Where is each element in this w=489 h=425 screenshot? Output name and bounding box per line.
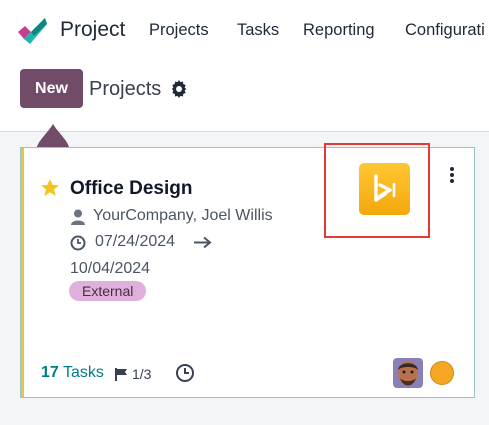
app-tile-icon[interactable] xyxy=(359,163,410,215)
milestone-value: 1/3 xyxy=(132,366,152,382)
star-icon[interactable] xyxy=(40,178,60,198)
tasks-link[interactable]: 17 Tasks xyxy=(41,364,104,382)
flag-icon xyxy=(115,368,127,381)
tasks-label: Tasks xyxy=(62,364,104,381)
nav-reporting[interactable]: Reporting xyxy=(303,21,375,40)
avatar-image xyxy=(393,358,423,388)
date-start: 07/24/2024 xyxy=(95,233,176,250)
app-name[interactable]: Project xyxy=(60,18,125,42)
top-navbar: Project Projects Tasks Reporting Configu… xyxy=(0,0,489,62)
arrow-right-icon xyxy=(194,236,212,249)
nav-tasks[interactable]: Tasks xyxy=(237,21,279,40)
color-stripe xyxy=(21,148,24,397)
breadcrumb: Projects xyxy=(89,78,162,100)
user-icon xyxy=(71,209,85,225)
activity-clock-icon[interactable] xyxy=(175,363,195,383)
date-end: 10/04/2024 xyxy=(70,260,151,277)
nav-configuration[interactable]: Configurati xyxy=(405,21,485,40)
project-logo-icon[interactable] xyxy=(16,16,48,46)
tag-badge: External xyxy=(69,281,147,301)
new-button[interactable]: New xyxy=(20,69,83,108)
clock-icon xyxy=(70,235,86,251)
nav-projects[interactable]: Projects xyxy=(149,21,209,40)
milestone-counter: 1/3 xyxy=(114,366,151,382)
kebab-menu-icon[interactable] xyxy=(446,165,458,185)
status-dot[interactable] xyxy=(430,361,454,385)
customer-name: YourCompany, Joel Willis xyxy=(93,207,273,224)
avatar[interactable] xyxy=(393,358,423,388)
tasks-count: 17 xyxy=(41,364,59,381)
app-tile-glyph xyxy=(374,174,396,202)
gear-icon[interactable] xyxy=(170,80,188,98)
control-panel: New Projects xyxy=(0,62,489,132)
project-title[interactable]: Office Design xyxy=(70,178,192,200)
